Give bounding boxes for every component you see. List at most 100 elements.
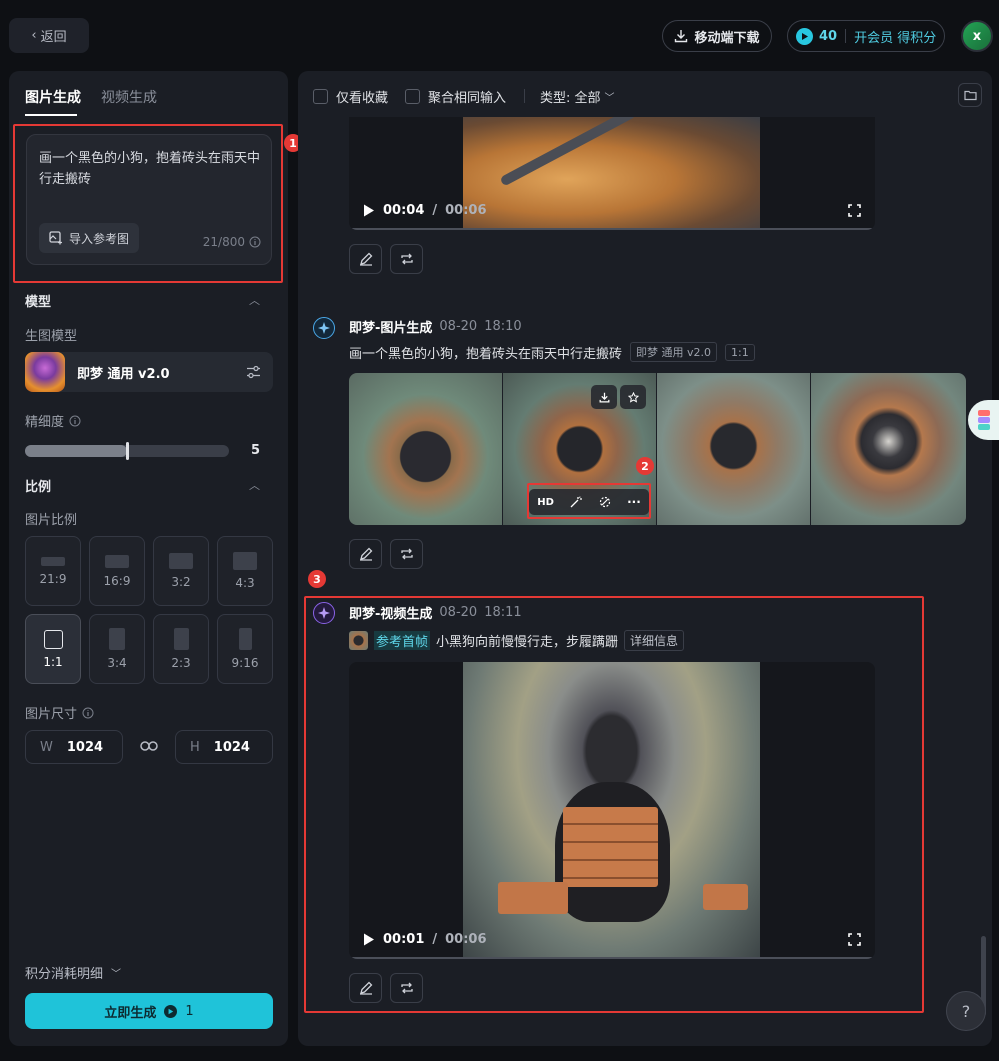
- ratio-shape: [169, 553, 193, 569]
- generated-image-4[interactable]: [811, 373, 966, 525]
- generate-label: 立即生成: [104, 1005, 157, 1021]
- fullscreen-icon[interactable]: [848, 932, 861, 946]
- image-size-label-text: 图片尺寸: [25, 707, 78, 722]
- regenerate-button[interactable]: [390, 244, 423, 274]
- ratio-option-4-3[interactable]: 4:3: [217, 536, 273, 606]
- ratio-option-9-16[interactable]: 9:16: [217, 614, 273, 684]
- user-avatar[interactable]: x: [961, 20, 993, 52]
- settings-sliders-icon[interactable]: [246, 365, 261, 379]
- ratio-shape: [238, 628, 252, 650]
- entry-prompt[interactable]: 小黑狗向前慢慢行走，步履蹒跚: [436, 631, 618, 650]
- type-filter-label: 类型: 全部: [540, 91, 601, 106]
- vip-link[interactable]: 开会员 得积分: [854, 27, 936, 46]
- video-duration: 00:06: [445, 931, 487, 947]
- height-value[interactable]: 1024: [214, 740, 250, 755]
- ratio-option-2-3[interactable]: 2:3: [153, 614, 209, 684]
- image-entry-header: 即梦-图片生成 08-20 18:10: [349, 317, 522, 336]
- generated-image-1[interactable]: [349, 373, 502, 525]
- height-key: H: [190, 739, 200, 755]
- detail-slider[interactable]: [25, 442, 229, 460]
- ratio-label: 1:1: [43, 654, 63, 669]
- detail-slider-handle[interactable]: [126, 442, 129, 460]
- model-tag: 即梦 通用 v2.0: [630, 342, 718, 362]
- width-value[interactable]: 1024: [67, 740, 103, 755]
- ratio-shape: [233, 552, 257, 570]
- annotation-badge-3: 3: [308, 570, 326, 588]
- edit-button[interactable]: [349, 539, 382, 569]
- repeat-icon: [400, 548, 413, 560]
- cost-details-toggle[interactable]: 积分消耗明细 ﹀: [25, 963, 121, 982]
- active-tab-indicator: [25, 114, 77, 116]
- annotation-box-image-toolbar: [527, 483, 651, 519]
- credit-pill[interactable]: 40 开会员 得积分: [787, 20, 945, 52]
- link-icon[interactable]: [140, 739, 158, 753]
- ratio-shape: [43, 629, 63, 649]
- repeat-icon: [400, 253, 413, 265]
- video-controls: 00:04 / 00:06: [349, 190, 875, 230]
- regenerate-button[interactable]: [390, 973, 423, 1003]
- details-button[interactable]: 详细信息: [624, 630, 685, 651]
- top-bar: ‹ 返回 移动端下载 40 开会员 得积分 x: [0, 0, 999, 70]
- detail-value: 5: [251, 443, 261, 458]
- play-icon[interactable]: [363, 204, 375, 217]
- chevron-up-icon[interactable]: ︿: [249, 477, 260, 493]
- model-name: 即梦 通用 v2.0: [77, 366, 170, 382]
- type-filter-dropdown[interactable]: 类型: 全部 ﹀: [540, 87, 615, 106]
- height-field[interactable]: H 1024: [175, 730, 273, 764]
- help-button[interactable]: ?: [946, 991, 986, 1031]
- ratio-option-16-9[interactable]: 16:9: [89, 536, 145, 606]
- pencil-icon: [359, 981, 372, 995]
- ratio-label: 3:2: [171, 575, 191, 589]
- detail-label: 精细度: [25, 411, 81, 430]
- generated-image-3[interactable]: [657, 373, 810, 525]
- info-icon: [69, 415, 81, 426]
- star-icon[interactable]: [620, 385, 646, 409]
- model-section-title: 模型: [25, 295, 52, 310]
- video-player-1[interactable]: 00:04 / 00:06: [349, 117, 875, 230]
- tab-video-generation[interactable]: 视频生成: [101, 87, 157, 107]
- play-icon[interactable]: [363, 933, 375, 946]
- entry-prompt[interactable]: 画一个黑色的小狗，抱着砖头在雨天中行走搬砖: [349, 343, 622, 362]
- ratio-option-3-2[interactable]: 3:2: [153, 536, 209, 606]
- ratio-label: 4:3: [235, 576, 255, 590]
- tab-image-generation[interactable]: 图片生成: [25, 87, 81, 107]
- divider: [524, 89, 525, 103]
- results-panel: 仅看收藏 聚合相同输入 类型: 全部 ﹀ 00:04 / 00:06 即梦-图片…: [298, 71, 992, 1046]
- edit-button[interactable]: [349, 973, 382, 1003]
- checkbox[interactable]: [405, 89, 420, 104]
- generate-button[interactable]: 立即生成 1: [25, 993, 273, 1029]
- chevron-down-icon: ﹀: [111, 969, 122, 980]
- ratio-option-3-4[interactable]: 3:4: [89, 614, 145, 684]
- download-icon: [675, 30, 688, 43]
- download-icon[interactable]: [591, 385, 617, 409]
- fullscreen-icon[interactable]: [848, 203, 861, 217]
- favorites-only-filter[interactable]: 仅看收藏: [313, 87, 388, 106]
- model-selector[interactable]: 即梦 通用 v2.0: [25, 352, 273, 392]
- folder-button[interactable]: [958, 83, 982, 107]
- width-key: W: [40, 739, 53, 755]
- back-button[interactable]: ‹ 返回: [9, 18, 89, 53]
- image-entry-prompt-row: 画一个黑色的小狗，抱着砖头在雨天中行走搬砖 即梦 通用 v2.0 1:1: [349, 342, 755, 362]
- regenerate-button[interactable]: [390, 539, 423, 569]
- credit-count: 40: [819, 28, 838, 44]
- download-label: 移动端下载: [694, 30, 760, 46]
- merge-inputs-label: 聚合相同输入: [428, 91, 507, 106]
- video-player-2[interactable]: 00:01 / 00:06: [349, 662, 875, 959]
- ratio-label: 21:9: [39, 571, 67, 586]
- reference-frame-thumbnail[interactable]: [349, 631, 368, 650]
- edit-button[interactable]: [349, 244, 382, 274]
- chevron-up-icon[interactable]: ︿: [249, 292, 260, 308]
- checkbox[interactable]: [313, 89, 328, 104]
- mobile-download-button[interactable]: 移动端下载: [662, 20, 772, 52]
- width-field[interactable]: W 1024: [25, 730, 123, 764]
- video-controls: 00:01 / 00:06: [349, 919, 875, 959]
- entry-date: 08-20: [439, 605, 478, 620]
- ratio-option-21-9[interactable]: 21:9: [25, 536, 81, 606]
- ratio-section-title: 比例: [25, 480, 52, 495]
- ratio-option-1-1[interactable]: 1:1: [25, 614, 81, 684]
- repeat-icon: [400, 982, 413, 994]
- merge-inputs-filter[interactable]: 聚合相同输入: [405, 87, 506, 106]
- detail-slider-fill: [25, 445, 127, 457]
- video-progress-bar[interactable]: [349, 957, 875, 959]
- video-progress-bar[interactable]: [349, 228, 875, 230]
